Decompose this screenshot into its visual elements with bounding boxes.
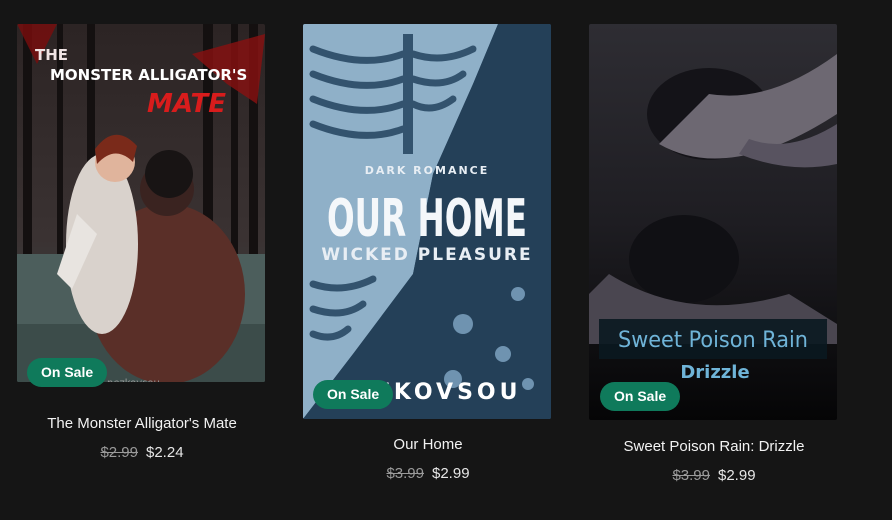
price-row: $3.99 $2.99 [303, 465, 553, 482]
book-cover[interactable]: THE MONSTER ALLIGATOR'S MATE nezkovsou [17, 24, 265, 382]
product-title[interactable]: Sweet Poison Rain: Drizzle [589, 438, 839, 455]
cover-title-line3: MATE [147, 89, 226, 119]
cover-main-title: OUR HOME [327, 189, 527, 249]
book-cover[interactable]: DARK ROMANCE OUR HOME WICKED PLEASURE NE… [303, 24, 551, 419]
cover-subtitle: Drizzle [680, 362, 749, 383]
book-cover[interactable]: Sweet Poison Rain Drizzle [589, 24, 837, 420]
on-sale-badge: On Sale [27, 358, 108, 387]
sale-price: $2.99 [718, 467, 756, 484]
sale-price: $2.99 [432, 465, 470, 482]
cover-subtitle: WICKED PLEASURE [321, 245, 532, 265]
product-title[interactable]: Our Home [303, 436, 553, 453]
price-row: $2.99 $2.24 [17, 444, 267, 461]
cover-credit: nezkovsou [107, 378, 160, 382]
original-price: $3.99 [386, 465, 424, 482]
cover-title-line2: MONSTER ALLIGATOR'S [50, 66, 247, 84]
on-sale-badge: On Sale [600, 382, 681, 411]
cover-title-line1: THE [35, 46, 68, 64]
original-price: $3.99 [672, 467, 710, 484]
original-price: $2.99 [100, 444, 138, 461]
sale-price: $2.24 [146, 444, 184, 461]
cover-main-title: Sweet Poison Rain [618, 328, 808, 353]
cover-tagline: DARK ROMANCE [365, 164, 490, 177]
product-title[interactable]: The Monster Alligator's Mate [17, 415, 267, 432]
on-sale-badge: On Sale [313, 380, 394, 409]
price-row: $3.99 $2.99 [589, 467, 839, 484]
